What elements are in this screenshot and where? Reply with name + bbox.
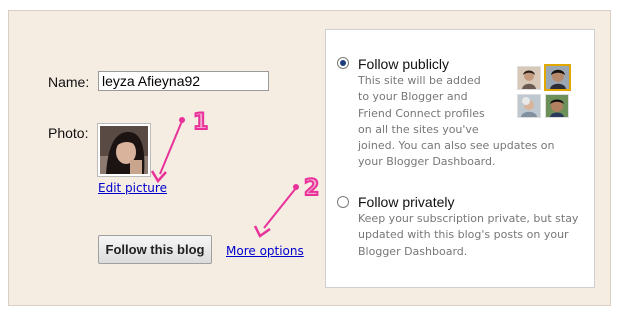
follow-privately-description: Keep your subscription private, but stay… — [358, 211, 578, 260]
name-label: Name: — [48, 74, 90, 90]
follow-privately-label[interactable]: Follow privately — [358, 194, 454, 210]
follower-avatar — [517, 66, 541, 90]
follow-privately-radio[interactable] — [337, 196, 349, 208]
description-line: your Blogger Dashboard. — [358, 155, 496, 169]
follow-this-blog-button[interactable]: Follow this blog — [98, 235, 212, 264]
name-input[interactable] — [98, 71, 269, 91]
description-line: Blogger Dashboard. — [358, 244, 468, 258]
more-options-link[interactable]: More options — [226, 244, 304, 258]
profile-photo — [98, 124, 150, 176]
follow-publicly-radio[interactable] — [337, 57, 349, 69]
edit-picture-link[interactable]: Edit picture — [98, 181, 167, 195]
photo-label: Photo: — [48, 125, 89, 141]
description-line: updated with this blog's posts on your — [358, 228, 569, 242]
follower-avatar — [517, 94, 541, 118]
follower-avatar — [545, 94, 569, 118]
description-line: joined. You can also see updates on — [358, 139, 555, 153]
follower-avatar-selected — [544, 64, 571, 91]
description-line: on all the sites you've — [358, 122, 479, 136]
follow-options-box: Follow publicly This site will be added … — [325, 29, 595, 288]
follow-publicly-label[interactable]: Follow publicly — [358, 56, 449, 72]
description-line: Keep your subscription private, but stay — [358, 212, 579, 225]
